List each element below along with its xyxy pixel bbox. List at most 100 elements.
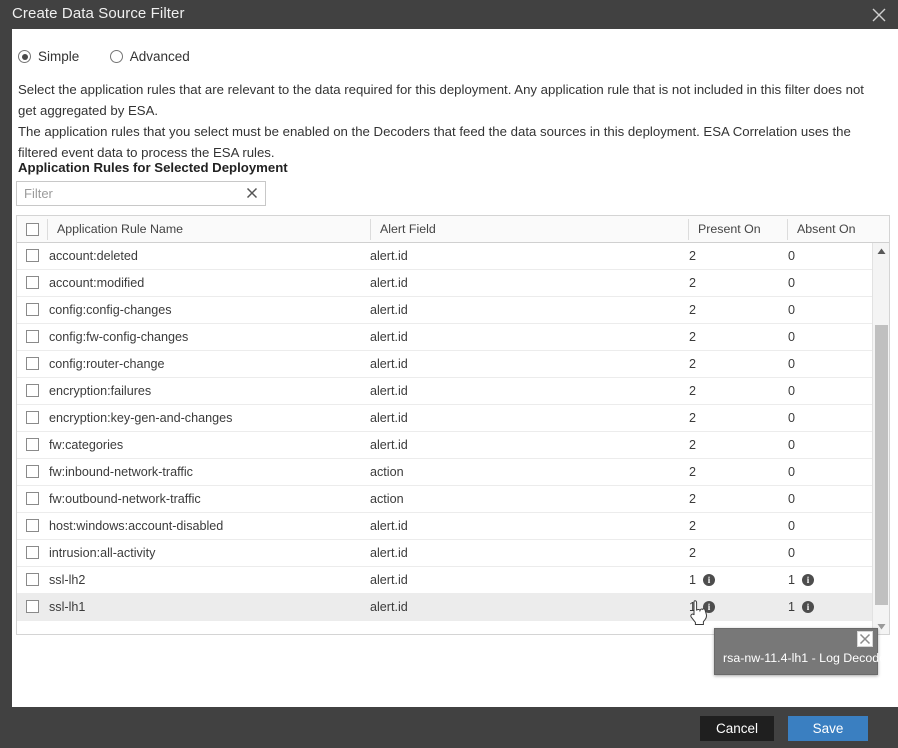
cell-alert-field: alert.id <box>370 567 408 593</box>
radio-option-simple[interactable]: Simple <box>18 49 79 64</box>
cell-alert-field-text: alert.id <box>370 411 408 425</box>
create-data-source-filter-dialog: Create Data Source Filter Simple Advance… <box>0 0 898 748</box>
description-line-1: Select the application rules that are re… <box>18 82 864 118</box>
cell-present-on: 2 <box>689 270 696 296</box>
table-row[interactable]: host:windows:account-disabled alert.id 2 0 <box>17 513 872 540</box>
cell-present-on: 2 <box>689 513 696 539</box>
filter-field[interactable] <box>16 181 266 206</box>
save-button[interactable]: Save <box>788 716 868 741</box>
table-row[interactable]: config:fw-config-changes alert.id 2 0 <box>17 324 872 351</box>
row-checkbox[interactable] <box>26 465 39 478</box>
cell-application-rule-name: account:modified <box>49 270 144 296</box>
cell-application-rule-name-text: config:router-change <box>49 357 165 371</box>
cancel-button[interactable]: Cancel <box>700 716 774 741</box>
cell-absent-on-text: 0 <box>788 519 796 533</box>
cell-application-rule-name: fw:categories <box>49 432 123 458</box>
dialog-title: Create Data Source Filter <box>12 5 185 22</box>
column-header-absent-on[interactable]: Absent On <box>788 216 889 242</box>
cell-application-rule-name-text: ssl-lh1 <box>49 600 86 614</box>
cell-application-rule-name-text: config:fw-config-changes <box>49 330 189 344</box>
cell-present-on-text: 2 <box>689 438 697 452</box>
table-scrollbar[interactable] <box>872 243 889 634</box>
radio-label-advanced: Advanced <box>129 49 190 64</box>
cell-alert-field: alert.id <box>370 324 408 350</box>
cell-present-on: 1i <box>689 567 716 593</box>
cell-absent-on-text: 0 <box>788 276 796 290</box>
row-checkbox[interactable] <box>26 573 39 586</box>
cell-absent-on-text: 0 <box>788 249 796 263</box>
cell-present-on: 2 <box>689 351 696 377</box>
cell-present-on-text: 2 <box>689 546 697 560</box>
cell-present-on: 2 <box>689 243 696 269</box>
table-row[interactable]: ssl-lh2 alert.id 1 i 1 i <box>17 567 872 594</box>
table-body: account:deleted alert.id 2 0 account:modifie… <box>17 243 889 634</box>
dialog-titlebar: Create Data Source Filter <box>0 0 898 29</box>
table-row[interactable]: config:router-change alert.id 2 0 <box>17 351 872 378</box>
cell-absent-on-text: 1 <box>788 600 796 614</box>
column-header-present-on[interactable]: Present On <box>689 216 787 242</box>
cell-alert-field: alert.id <box>370 351 408 377</box>
close-icon[interactable] <box>866 3 892 27</box>
radio-label-simple: Simple <box>38 49 80 64</box>
cell-absent-on-text: 0 <box>788 357 796 371</box>
cell-application-rule-name-text: fw:outbound-network-traffic <box>49 492 201 506</box>
column-header-application-rule-name[interactable]: Application Rule Name <box>48 216 370 242</box>
clear-icon[interactable] <box>244 185 262 203</box>
table-row[interactable]: config:config-changes alert.id 2 0 <box>17 297 872 324</box>
application-rules-table: Application Rule Name Alert Field Presen… <box>16 215 890 635</box>
cell-application-rule-name: config:router-change <box>49 351 165 377</box>
cell-absent-on-text: 0 <box>788 546 796 560</box>
cell-present-on-text: 2 <box>689 276 697 290</box>
info-icon[interactable]: i <box>703 574 716 586</box>
cell-application-rule-name: encryption:key-gen-and-changes <box>49 405 232 431</box>
close-icon[interactable] <box>857 631 873 647</box>
table-rows: account:deleted alert.id 2 0 account:modifie… <box>17 243 872 634</box>
row-checkbox[interactable] <box>26 438 39 451</box>
info-icon[interactable]: i <box>802 574 815 586</box>
cell-application-rule-name-text: host:windows:account-disabled <box>49 519 224 533</box>
table-row[interactable]: fw:inbound-network-traffic action 2 0 <box>17 459 872 486</box>
filter-input[interactable] <box>17 182 237 205</box>
cell-application-rule-name-text: config:config-changes <box>49 303 172 317</box>
table-row[interactable]: encryption:key-gen-and-changes alert.id 2 0 <box>17 405 872 432</box>
table-row[interactable]: fw:outbound-network-traffic action 2 0 <box>17 486 872 513</box>
row-checkbox[interactable] <box>26 600 39 613</box>
row-checkbox[interactable] <box>26 249 39 262</box>
cell-application-rule-name-text: ssl-lh2 <box>49 573 86 587</box>
table-row[interactable]: account:modified alert.id 2 0 <box>17 270 872 297</box>
table-row[interactable]: encryption:failures alert.id 2 0 <box>17 378 872 405</box>
row-checkbox[interactable] <box>26 276 39 289</box>
row-checkbox[interactable] <box>26 330 39 343</box>
row-checkbox[interactable] <box>26 519 39 532</box>
cell-present-on-text: 1 <box>689 573 697 587</box>
cell-absent-on: 0 <box>788 297 795 323</box>
row-checkbox[interactable] <box>26 546 39 559</box>
table-row[interactable]: intrusion:all-activity alert.id 2 0 <box>17 540 872 567</box>
info-icon[interactable]: i <box>703 601 716 613</box>
cell-application-rule-name-text: fw:categories <box>49 438 124 452</box>
scroll-up-icon[interactable] <box>873 243 889 259</box>
row-checkbox[interactable] <box>26 357 39 370</box>
info-icon[interactable]: i <box>802 601 815 613</box>
row-checkbox[interactable] <box>26 411 39 424</box>
table-row[interactable]: account:deleted alert.id 2 0 <box>17 243 872 270</box>
cell-application-rule-name-text: intrusion:all-activity <box>49 546 156 560</box>
column-header-alert-field[interactable]: Alert Field <box>371 216 688 242</box>
scrollbar-thumb[interactable] <box>875 325 888 605</box>
cell-alert-field-text: alert.id <box>370 384 408 398</box>
row-checkbox[interactable] <box>26 492 39 505</box>
row-checkbox[interactable] <box>26 303 39 316</box>
table-row[interactable]: fw:categories alert.id 2 0 <box>17 432 872 459</box>
radio-option-advanced[interactable]: Advanced <box>109 49 190 64</box>
cell-absent-on-text: 0 <box>788 384 796 398</box>
cell-absent-on: 1i <box>788 567 815 593</box>
table-row[interactable]: ssl-lh1 alert.id 1 i 1 i <box>17 594 872 621</box>
cell-application-rule-name: ssl-lh2 <box>49 567 85 593</box>
cell-alert-field-text: alert.id <box>370 438 408 452</box>
cell-alert-field-text: alert.id <box>370 330 408 344</box>
cell-present-on-text: 2 <box>689 492 697 506</box>
row-checkbox[interactable] <box>26 384 39 397</box>
select-all-cell[interactable] <box>17 216 47 242</box>
select-all-checkbox[interactable] <box>25 222 39 236</box>
cell-present-on-text: 2 <box>689 384 697 398</box>
